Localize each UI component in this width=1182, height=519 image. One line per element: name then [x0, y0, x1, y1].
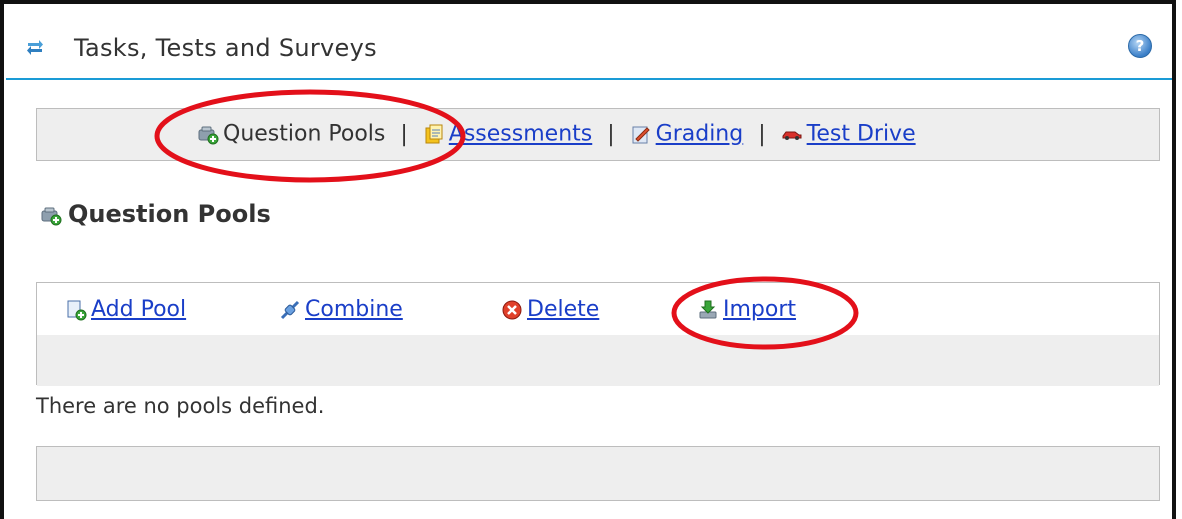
- nav-toolbar: Question Pools | Assessments | Grading |…: [36, 108, 1160, 161]
- tab-assessments[interactable]: Assessments: [423, 121, 599, 147]
- combine-label[interactable]: Combine: [305, 297, 403, 322]
- empty-message: There are no pools defined.: [36, 394, 325, 418]
- question-pool-icon: [198, 126, 219, 145]
- tab-grading[interactable]: Grading: [630, 121, 751, 147]
- combine-plug-icon: [280, 300, 300, 320]
- delete-label[interactable]: Delete: [527, 297, 599, 322]
- help-icon[interactable]: ?: [1128, 34, 1152, 58]
- section-title-label: Question Pools: [68, 200, 271, 228]
- separator: |: [758, 121, 766, 147]
- question-pool-icon: [41, 207, 62, 226]
- tab-question-pools-label: Question Pools: [223, 121, 386, 147]
- separator: |: [400, 121, 408, 147]
- import-arrow-icon: [699, 300, 717, 319]
- delete-button[interactable]: Delete: [501, 297, 599, 322]
- section-title: Question Pools: [40, 200, 271, 228]
- page-header: Tasks, Tests and Surveys ?: [6, 4, 1172, 80]
- tab-assessments-label[interactable]: Assessments: [449, 122, 592, 147]
- separator: |: [607, 121, 615, 147]
- combine-button[interactable]: Combine: [279, 297, 403, 322]
- delete-x-icon: [502, 300, 522, 320]
- add-document-icon: [67, 300, 87, 321]
- tab-test-drive-label[interactable]: Test Drive: [807, 122, 916, 147]
- tab-test-drive[interactable]: Test Drive: [781, 121, 916, 147]
- assessment-icon: [425, 124, 443, 144]
- tab-grading-label[interactable]: Grading: [656, 122, 744, 147]
- refresh-arrows-icon: [27, 40, 43, 55]
- add-pool-button[interactable]: Add Pool: [65, 297, 186, 322]
- actions-panel: Add Pool Combine Delete Import: [36, 282, 1160, 386]
- page-title: Tasks, Tests and Surveys: [74, 34, 377, 62]
- car-icon: [782, 131, 802, 141]
- grading-pencil-icon: [632, 126, 650, 144]
- footer-panel: [36, 446, 1160, 501]
- import-label[interactable]: Import: [723, 297, 796, 322]
- actions-subpanel: [37, 335, 1159, 386]
- import-button[interactable]: Import: [697, 297, 796, 322]
- add-pool-label[interactable]: Add Pool: [91, 297, 186, 322]
- tab-question-pools[interactable]: Question Pools: [197, 121, 392, 147]
